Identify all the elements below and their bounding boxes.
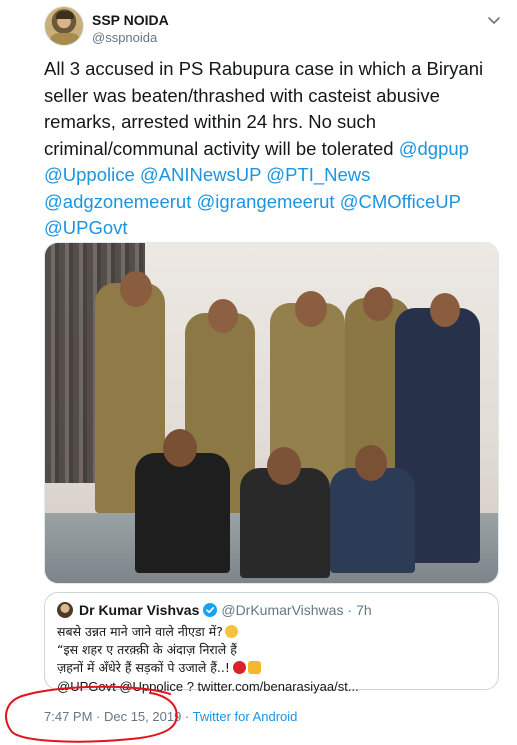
- mention-link[interactable]: @igrangemeerut: [196, 191, 334, 212]
- tweet-text: All 3 accused in PS Rabupura case in whi…: [44, 56, 506, 242]
- mention-link[interactable]: @Uppolice: [44, 164, 135, 185]
- tweet-source-link[interactable]: Twitter for Android: [193, 709, 298, 724]
- profile-avatar[interactable]: [44, 6, 84, 46]
- mention-link[interactable]: @ANINewsUP: [140, 164, 261, 185]
- head: [355, 445, 387, 481]
- tweet-footer: 7:47 PM · Dec 15, 2019 · Twitter for And…: [44, 709, 297, 724]
- accused-figure: [135, 453, 230, 573]
- quoted-tweet[interactable]: Dr Kumar Vishvas @DrKumarVishwas · 7h सब…: [44, 592, 499, 694]
- mention-link[interactable]: @dgpup: [399, 138, 469, 159]
- tweet-timestamp[interactable]: 7:47 PM · Dec 15, 2019 ·: [44, 709, 189, 724]
- quoted-line: “इस शहर ए तरक़्क़ी के अंदाज़ निराले हैं: [57, 642, 237, 657]
- head: [295, 291, 327, 327]
- avatar-cap: [56, 11, 74, 19]
- chevron-down-icon[interactable]: [484, 10, 504, 30]
- quoted-link-line[interactable]: @UPGovt @Uppolice ? twitter.com/benarasi…: [57, 679, 486, 694]
- mention-link[interactable]: @PTI_News: [266, 164, 370, 185]
- thumbs-down-emoji-icon: [247, 661, 261, 674]
- separator-dot: ·: [347, 602, 353, 618]
- quoted-line-text: सबसे उन्नत माने जाने वाले नीएडा में?: [57, 624, 223, 639]
- quoted-name: Dr Kumar Vishvas: [79, 602, 200, 618]
- author-handle[interactable]: @sspnoida: [92, 30, 157, 45]
- head: [267, 447, 301, 485]
- head: [430, 293, 460, 327]
- angry-face-emoji-icon: [232, 661, 246, 674]
- head: [208, 299, 238, 333]
- quoted-handle: @DrKumarVishwas: [221, 602, 344, 618]
- tweet-card: SSP NOIDA @sspnoida All 3 accused in PS …: [0, 0, 517, 745]
- head: [363, 287, 393, 321]
- quoted-line: सबसे उन्नत माने जाने वाले नीएडा में?: [57, 623, 486, 641]
- quoted-header: Dr Kumar Vishvas @DrKumarVishwas · 7h: [57, 601, 486, 619]
- mention-link[interactable]: @adgzonemeerut: [44, 191, 191, 212]
- author-name[interactable]: SSP NOIDA: [92, 12, 169, 28]
- tweet-header: SSP NOIDA @sspnoida: [44, 6, 504, 50]
- anxious-face-emoji-icon: [224, 625, 238, 638]
- mention-link[interactable]: @UPGovt: [44, 217, 128, 238]
- quoted-time: 7h: [356, 602, 372, 618]
- mention-link[interactable]: @CMOfficeUP: [340, 191, 461, 212]
- head: [120, 271, 152, 307]
- avatar-shirt: [49, 33, 81, 45]
- verified-badge-icon: [203, 603, 218, 617]
- tweet-photo[interactable]: [44, 242, 499, 584]
- quoted-line-text: ज़हनों में अँधेरे हैं सड़कों पे उजाले है…: [57, 660, 230, 675]
- quoted-line: ज़हनों में अँधेरे हैं सड़कों पे उजाले है…: [57, 659, 486, 677]
- accused-figure: [330, 468, 415, 573]
- head: [163, 429, 197, 467]
- quoted-avatar: [57, 602, 73, 618]
